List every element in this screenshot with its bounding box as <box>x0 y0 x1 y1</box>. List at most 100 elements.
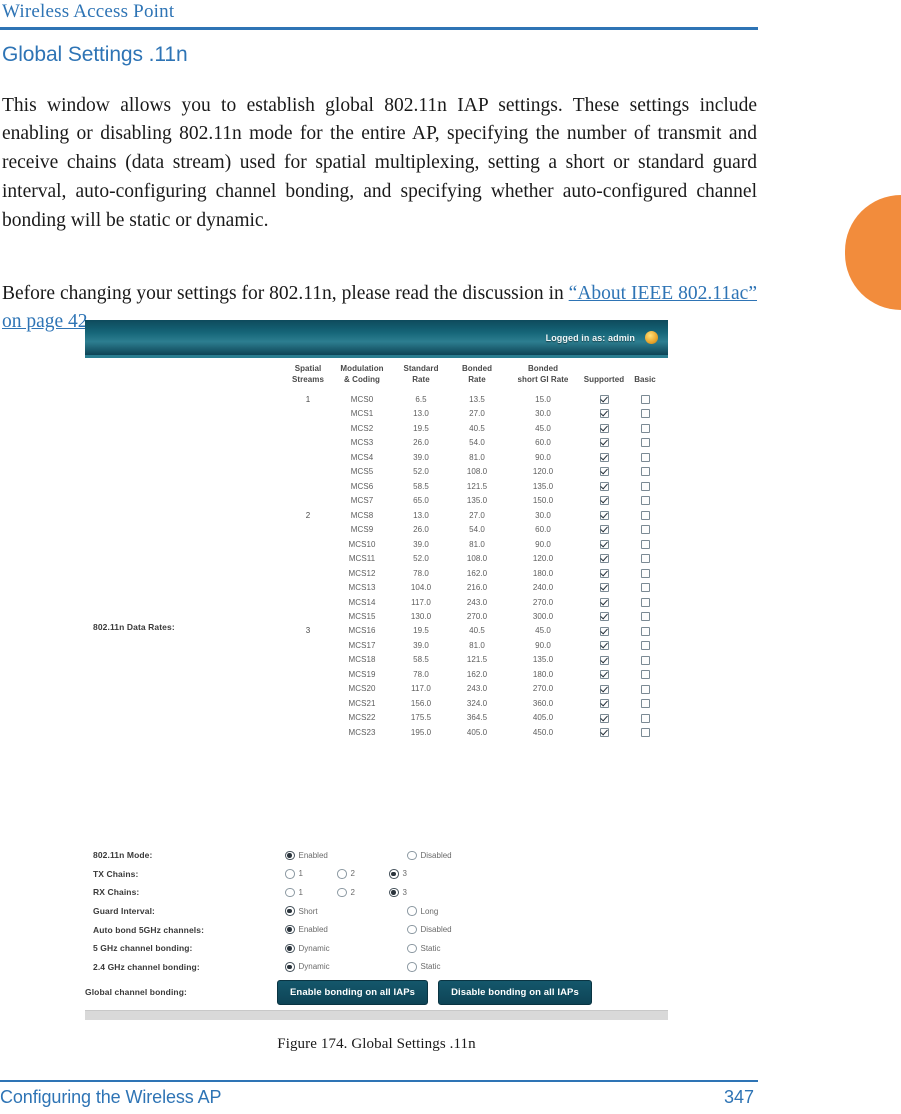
basic-checkbox[interactable] <box>640 684 650 694</box>
radio-option[interactable]: 1 <box>285 887 337 898</box>
supported-checkbox[interactable] <box>599 728 609 738</box>
supported-checkbox[interactable] <box>599 655 609 665</box>
power-icon[interactable] <box>645 331 658 344</box>
basic-checkbox[interactable] <box>640 510 650 520</box>
radio-option[interactable]: Static <box>407 943 529 954</box>
supported-checkbox[interactable] <box>599 554 609 564</box>
basic-checkbox[interactable] <box>640 612 650 622</box>
radio-button[interactable] <box>285 850 295 861</box>
radio-button[interactable] <box>407 962 417 972</box>
cell-spatial-streams: 3 <box>305 626 311 636</box>
cell-bonded-short-gi-rate: 405.0 <box>532 713 554 723</box>
setting-row: 802.11n Mode: Enabled Disabled <box>93 846 668 865</box>
cell-bonded-rate: 108.0 <box>466 467 488 477</box>
table-row: MCS9 26.0 54.0 60.0 <box>285 522 663 536</box>
supported-checkbox[interactable] <box>599 684 609 694</box>
supported-checkbox[interactable] <box>599 539 609 549</box>
radio-button[interactable] <box>407 906 417 916</box>
radio-button[interactable] <box>337 869 347 879</box>
radio-button[interactable] <box>407 850 417 861</box>
supported-checkbox[interactable] <box>599 568 609 578</box>
radio-option[interactable]: Dynamic <box>285 962 407 972</box>
basic-checkbox[interactable] <box>640 394 650 404</box>
radio-button[interactable] <box>285 869 295 879</box>
radio-option[interactable]: 2 <box>337 869 389 879</box>
basic-checkbox[interactable] <box>640 583 650 593</box>
cell-bonded-short-gi-rate: 240.0 <box>532 583 554 593</box>
radio-button[interactable] <box>337 887 347 898</box>
supported-checkbox[interactable] <box>599 641 609 651</box>
radio-option[interactable]: Enabled <box>285 924 407 935</box>
basic-checkbox[interactable] <box>640 539 650 549</box>
radio-option[interactable]: 3 <box>389 869 441 879</box>
cell-spatial-streams <box>285 450 331 464</box>
basic-checkbox[interactable] <box>640 626 650 636</box>
supported-checkbox[interactable] <box>599 626 609 636</box>
radio-option[interactable]: Dynamic <box>285 943 407 954</box>
supported-checkbox[interactable] <box>599 583 609 593</box>
radio-button[interactable] <box>285 887 295 898</box>
radio-option[interactable]: Enabled <box>285 850 407 861</box>
basic-checkbox[interactable] <box>640 496 650 506</box>
supported-checkbox[interactable] <box>599 438 609 448</box>
data-rates-label: 802.11n Data Rates: <box>93 622 175 632</box>
basic-checkbox[interactable] <box>640 438 650 448</box>
basic-checkbox[interactable] <box>640 423 650 433</box>
radio-option-label: Short <box>298 906 318 916</box>
enable-bonding-all-iaps-button[interactable]: Enable bonding on all IAPs <box>277 979 429 1005</box>
cell-spatial-streams <box>285 725 331 739</box>
supported-checkbox[interactable] <box>599 423 609 433</box>
supported-checkbox[interactable] <box>599 699 609 709</box>
radio-option[interactable]: Disabled <box>407 850 529 861</box>
supported-checkbox[interactable] <box>599 394 609 404</box>
setting-row: TX Chains: 1 2 3 <box>93 865 668 884</box>
supported-checkbox[interactable] <box>599 481 609 491</box>
basic-checkbox[interactable] <box>640 670 650 680</box>
radio-option[interactable]: Long <box>407 906 529 916</box>
supported-checkbox[interactable] <box>599 612 609 622</box>
radio-button[interactable] <box>407 924 417 935</box>
supported-checkbox[interactable] <box>599 467 609 477</box>
supported-checkbox[interactable] <box>599 510 609 520</box>
basic-checkbox[interactable] <box>640 481 650 491</box>
supported-checkbox[interactable] <box>599 597 609 607</box>
cell-basic <box>627 406 663 420</box>
basic-checkbox[interactable] <box>640 525 650 535</box>
radio-button[interactable] <box>389 869 399 879</box>
radio-button[interactable] <box>285 924 295 935</box>
radio-button[interactable] <box>407 943 417 954</box>
radio-option[interactable]: Static <box>407 962 529 972</box>
radio-button[interactable] <box>285 943 295 954</box>
supported-checkbox[interactable] <box>599 452 609 462</box>
disable-bonding-all-iaps-button[interactable]: Disable bonding on all IAPs <box>438 979 592 1005</box>
radio-option[interactable]: 1 <box>285 869 337 879</box>
radio-button[interactable] <box>389 887 399 898</box>
basic-checkbox[interactable] <box>640 409 650 419</box>
table-row: MCS18 58.5 121.5 135.0 <box>285 653 663 667</box>
col-supported: Supported <box>583 374 625 384</box>
cell-standard-rate: 58.5 <box>413 481 429 491</box>
radio-option[interactable]: Disabled <box>407 924 529 935</box>
supported-checkbox[interactable] <box>599 713 609 723</box>
cell-basic <box>627 580 663 594</box>
basic-checkbox[interactable] <box>640 641 650 651</box>
radio-option[interactable]: 2 <box>337 887 389 898</box>
radio-button[interactable] <box>285 906 295 916</box>
radio-button[interactable] <box>285 962 295 972</box>
basic-checkbox[interactable] <box>640 699 650 709</box>
supported-checkbox[interactable] <box>599 496 609 506</box>
basic-checkbox[interactable] <box>640 728 650 738</box>
basic-checkbox[interactable] <box>640 467 650 477</box>
basic-checkbox[interactable] <box>640 568 650 578</box>
basic-checkbox[interactable] <box>640 655 650 665</box>
supported-checkbox[interactable] <box>599 525 609 535</box>
basic-checkbox[interactable] <box>640 452 650 462</box>
radio-option[interactable]: Short <box>285 906 407 916</box>
basic-checkbox[interactable] <box>640 554 650 564</box>
basic-checkbox[interactable] <box>640 597 650 607</box>
supported-checkbox[interactable] <box>599 409 609 419</box>
basic-checkbox[interactable] <box>640 713 650 723</box>
cell-modulation-coding: MCS3 <box>350 438 374 448</box>
supported-checkbox[interactable] <box>599 670 609 680</box>
radio-option[interactable]: 3 <box>389 887 441 898</box>
